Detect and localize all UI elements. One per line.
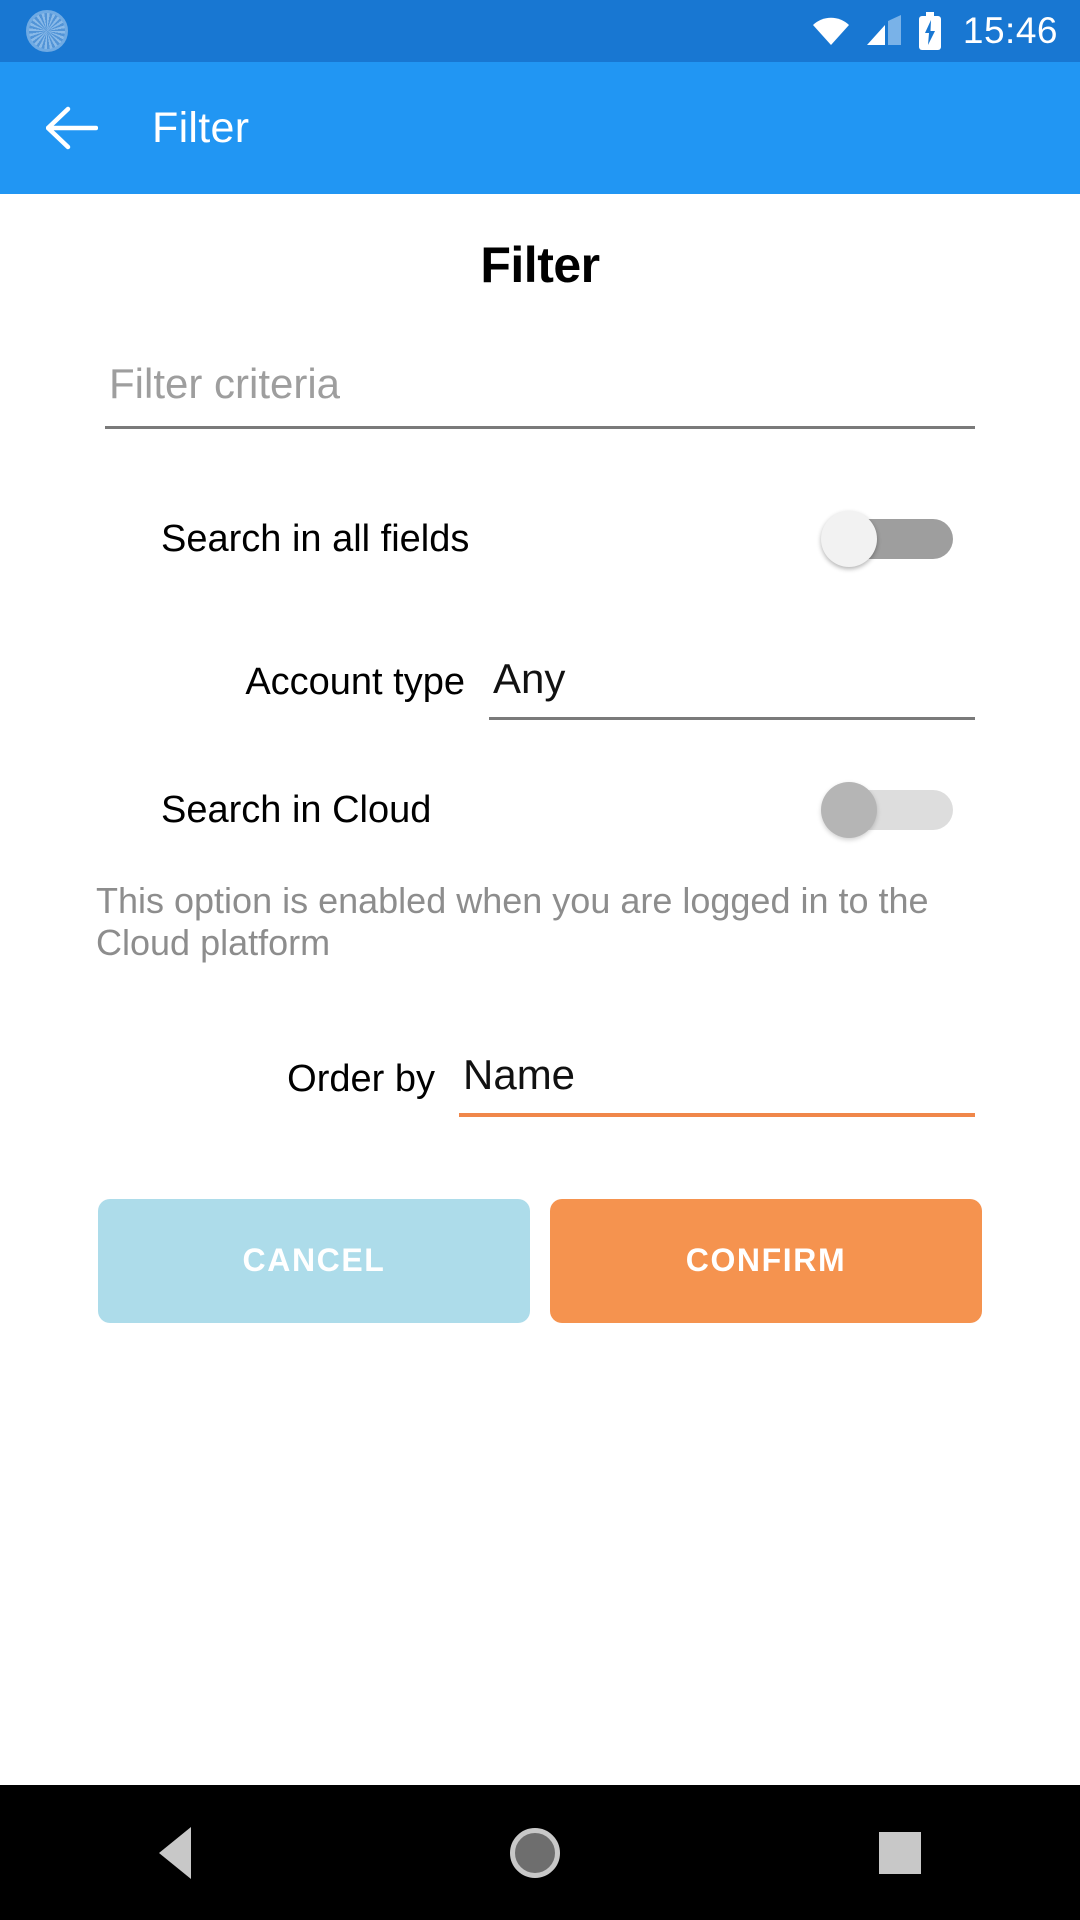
app-bar: Filter xyxy=(0,62,1080,194)
system-nav-bar xyxy=(0,1785,1080,1920)
filter-criteria-input[interactable] xyxy=(105,360,975,426)
search-all-fields-row[interactable]: Search in all fields xyxy=(105,491,975,587)
cancel-button[interactable]: CANCEL xyxy=(98,1198,530,1323)
account-type-value: Any xyxy=(493,655,566,702)
order-by-underline xyxy=(459,1112,975,1117)
nav-home-icon[interactable] xyxy=(509,1827,560,1878)
phone-screen: 15:46 Filter Filter Search in all fields… xyxy=(0,0,1080,1920)
account-type-row[interactable]: Account type Any xyxy=(105,621,975,720)
nav-back-icon[interactable] xyxy=(159,1826,192,1879)
app-bar-title: Filter xyxy=(152,103,250,152)
account-type-spinner[interactable]: Any xyxy=(489,655,975,720)
settings-spinner-icon xyxy=(26,10,68,52)
page-title: Filter xyxy=(480,237,600,293)
search-in-cloud-row[interactable]: Search in Cloud xyxy=(105,762,975,858)
search-in-cloud-toggle[interactable] xyxy=(821,782,953,838)
cellular-signal-icon xyxy=(865,15,903,47)
order-by-value: Name xyxy=(463,1050,576,1098)
filter-form: Filter Search in all fields Account type… xyxy=(0,194,1080,1452)
search-all-fields-label: Search in all fields xyxy=(161,517,470,560)
status-bar-clock: 15:46 xyxy=(962,10,1058,51)
nav-recents-icon[interactable] xyxy=(878,1831,921,1874)
toggle-thumb xyxy=(821,782,877,838)
filter-criteria-field[interactable] xyxy=(105,360,975,429)
search-in-cloud-label: Search in Cloud xyxy=(161,788,432,831)
wifi-icon xyxy=(811,16,851,46)
battery-charging-icon xyxy=(917,12,943,50)
status-bar-right: 15:46 xyxy=(811,0,1058,62)
cloud-hint-text: This option is enabled when you are logg… xyxy=(96,880,929,964)
filter-criteria-underline xyxy=(105,426,975,429)
status-bar: 15:46 xyxy=(0,0,1080,62)
status-bar-left xyxy=(0,10,68,52)
arrow-back-icon[interactable] xyxy=(44,100,100,156)
account-type-label: Account type xyxy=(245,661,465,703)
search-all-fields-toggle[interactable] xyxy=(821,511,953,567)
order-by-spinner[interactable]: Name xyxy=(459,1051,975,1117)
action-buttons: CANCEL CONFIRM xyxy=(98,1198,982,1323)
toggle-thumb xyxy=(821,511,877,567)
order-by-row[interactable]: Order by Name xyxy=(105,1017,975,1117)
confirm-button[interactable]: CONFIRM xyxy=(550,1198,982,1323)
order-by-label: Order by xyxy=(287,1057,435,1100)
account-type-underline xyxy=(489,717,975,720)
